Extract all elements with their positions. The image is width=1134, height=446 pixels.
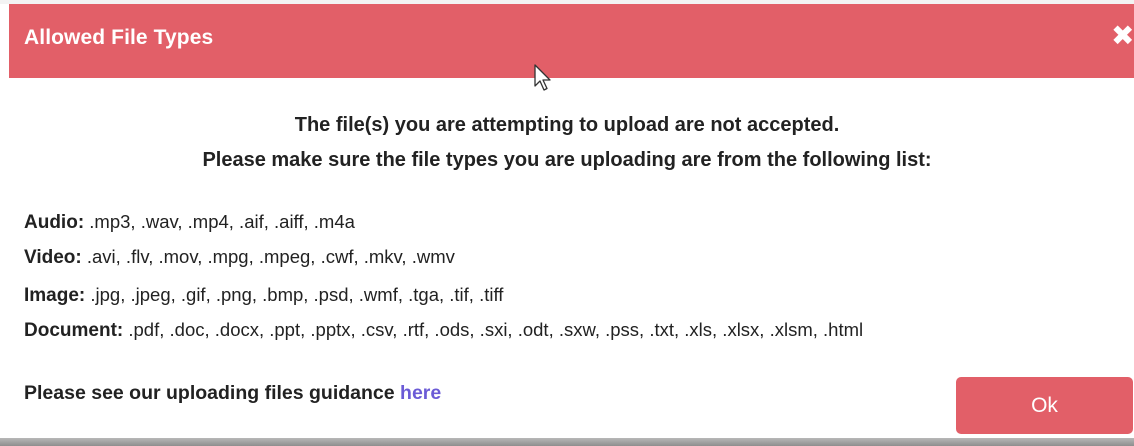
file-type-label: Video: <box>24 247 82 268</box>
dialog-bottom-shadow <box>0 438 1134 446</box>
file-type-label: Document: <box>24 320 124 341</box>
close-icon[interactable]: ✖ <box>1111 22 1134 50</box>
file-type-row-image: Image: .jpg, .jpeg, .gif, .png, .bmp, .p… <box>24 284 503 307</box>
file-type-row-document: Document: .pdf, .doc, .docx, .ppt, .pptx… <box>24 319 863 342</box>
error-message-line-2: Please make sure the file types you are … <box>202 149 932 171</box>
file-type-row-audio: Audio: .mp3, .wav, .mp4, .aif, .aiff, .m… <box>24 211 355 234</box>
mouse-pointer-icon <box>534 64 551 91</box>
file-type-extensions: .avi, .flv, .mov, .mpg, .mpeg, .cwf, .mk… <box>81 246 455 267</box>
guidance-text: Please see our uploading files guidance … <box>24 382 441 405</box>
file-type-extensions: .pdf, .doc, .docx, .ppt, .pptx, .csv, .r… <box>123 319 864 340</box>
allowed-file-types-dialog: Allowed File Types ✖ The file(s) you are… <box>0 0 1134 446</box>
ok-button[interactable]: Ok <box>956 377 1133 434</box>
dialog-title: Allowed File Types <box>24 26 214 49</box>
file-type-extensions: .jpg, .jpeg, .gif, .png, .bmp, .psd, .wm… <box>85 284 504 305</box>
guidance-link[interactable]: here <box>400 382 441 404</box>
file-type-label: Image: <box>24 285 86 306</box>
file-type-row-video: Video: .avi, .flv, .mov, .mpg, .mpeg, .c… <box>24 246 455 269</box>
file-type-extensions: .mp3, .wav, .mp4, .aif, .aiff, .m4a <box>84 211 355 232</box>
error-message-line-1: The file(s) you are attempting to upload… <box>294 114 840 136</box>
file-type-label: Audio: <box>24 212 85 233</box>
guidance-label: Please see our uploading files guidance <box>24 382 401 404</box>
dialog-header: Allowed File Types ✖ <box>9 4 1134 78</box>
